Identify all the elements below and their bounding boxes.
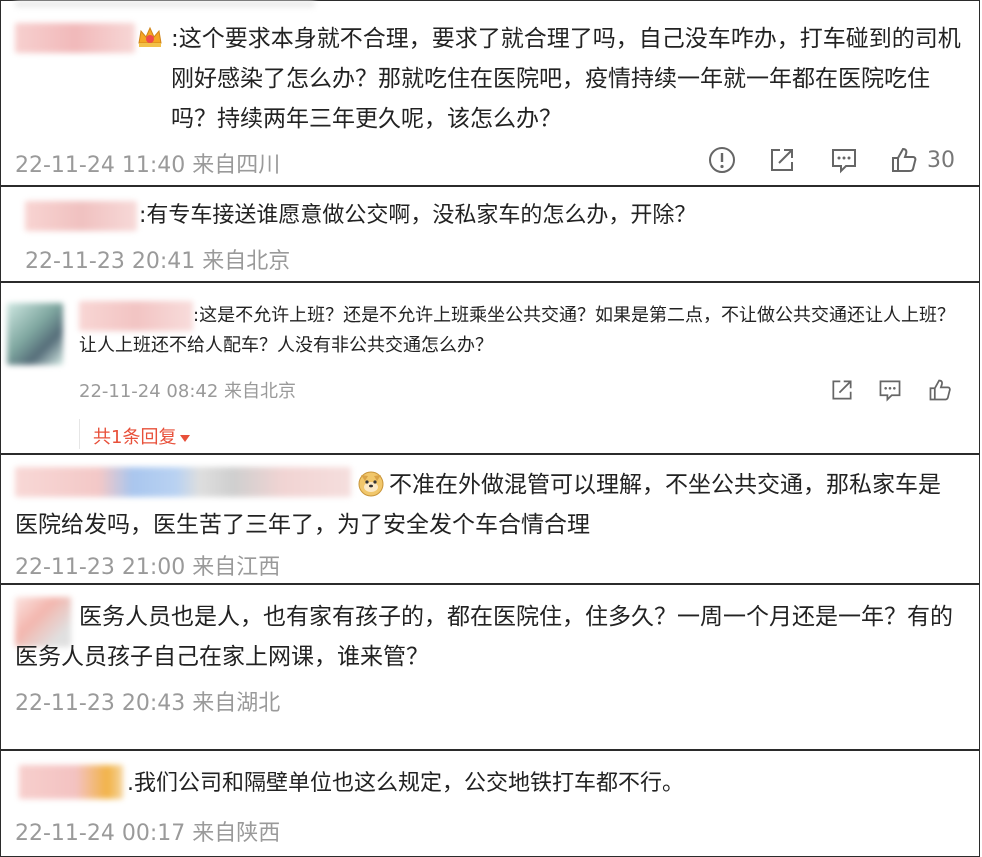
share-icon <box>829 377 855 403</box>
share-button[interactable] <box>767 145 797 175</box>
username-strip-top <box>15 1 315 7</box>
like-icon <box>927 377 953 403</box>
comment-text: :有专车接送谁愿意做公交啊，没私家车的怎么办，开除？ <box>139 203 697 228</box>
comment-button[interactable] <box>829 145 859 175</box>
comment-meta: 22-11-23 20:41 来自北京 <box>25 249 291 274</box>
comment-meta: 22-11-24 08:42 来自北京 <box>79 381 297 402</box>
report-button[interactable] <box>707 145 737 175</box>
comment-card: :这是不允许上班？还是不允许上班乘坐公共交通？如果是第二点，不让做公共交通还让人… <box>0 282 980 454</box>
comment-meta: 22-11-23 20:43 来自湖北 <box>15 691 281 716</box>
like-button[interactable]: 30 <box>889 145 955 175</box>
share-icon <box>767 145 797 175</box>
reply-count-label: 共1条回复 <box>93 427 177 448</box>
comment-card: :这个要求本身就不合理，要求了就合理了吗，自己没车咋办，打车碰到的司机刚好感染了… <box>0 0 980 186</box>
comment-text: :这是不允许上班？还是不允许上班乘坐公共交通？如果是第二点，不让做公共交通还让人… <box>79 305 956 356</box>
chevron-down-icon <box>180 434 191 442</box>
comment-text: 医务人员也是人，也有家有孩子的，都在医院住，住多久？一周一个月还是一年？有的医务… <box>15 604 953 670</box>
reply-divider <box>79 419 80 449</box>
crown-badge-icon <box>137 25 163 49</box>
comment-meta: 22-11-24 00:17 来自陕西 <box>15 821 281 846</box>
like-button[interactable] <box>927 377 953 403</box>
comment-text: 不准在外做混管可以理解，不坐公共交通，那私家车是医院给发吗，医生苦了三年了，为了… <box>15 472 941 538</box>
avatar[interactable] <box>7 303 63 365</box>
username-blurred[interactable] <box>25 201 137 231</box>
comment-card: .我们公司和隔壁单位也这么规定，公交地铁打车都不行。 22-11-24 00:1… <box>0 750 980 857</box>
comment-button[interactable] <box>877 377 903 403</box>
comment-card: :有专车接送谁愿意做公交啊，没私家车的怎么办，开除？ 22-11-23 20:4… <box>0 186 980 282</box>
comment-icon <box>877 377 903 403</box>
like-count: 30 <box>927 147 955 173</box>
comment-icon <box>829 145 859 175</box>
comment-card: 不准在外做混管可以理解，不坐公共交通，那私家车是医院给发吗，医生苦了三年了，为了… <box>0 454 980 584</box>
share-button[interactable] <box>829 377 855 403</box>
report-icon <box>707 145 737 175</box>
username-blurred[interactable] <box>15 23 135 53</box>
comment-text: .我们公司和隔壁单位也这么规定，公交地铁打车都不行。 <box>127 771 684 796</box>
comment-meta: 22-11-23 21:00 来自江西 <box>15 555 281 580</box>
view-replies-link[interactable]: 共1条回复 <box>93 423 191 449</box>
comment-meta: 22-11-24 11:40 来自四川 <box>15 153 281 178</box>
username-blurred[interactable] <box>19 765 123 799</box>
like-icon <box>889 145 919 175</box>
comment-card: 医务人员也是人，也有家有孩子的，都在医院住，住多久？一周一个月还是一年？有的医务… <box>0 584 980 750</box>
comment-text: :这个要求本身就不合理，要求了就合理了吗，自己没车咋办，打车碰到的司机刚好感染了… <box>171 26 961 132</box>
